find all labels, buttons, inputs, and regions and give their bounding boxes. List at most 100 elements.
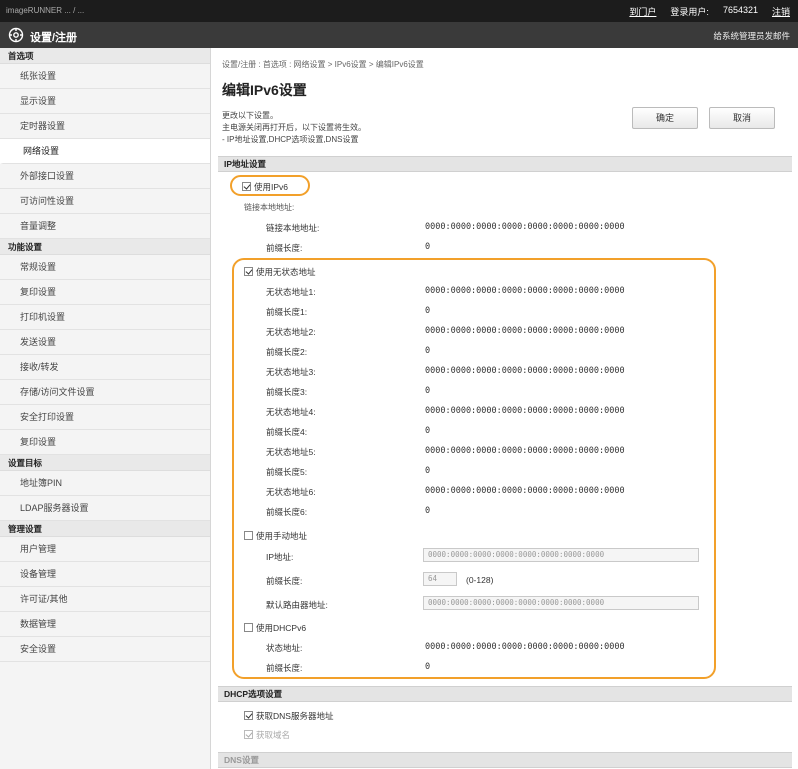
stateless-address-label: 无状态地址5: [266,447,316,457]
link-local-heading: 链接本地地址: [244,203,295,212]
stateless-prefix-label: 前缀长度3: [266,387,308,397]
cancel-button[interactable]: 取消 [709,107,775,129]
stateless-address-label: 无状态地址4: [266,407,316,417]
link-local-address-value: 0000:0000:0000:0000:0000:0000:0000:0000 [425,222,625,232]
stateless-address-value: 0000:0000:0000:0000:0000:0000:0000:0000 [425,486,625,496]
use-dhcpv6-row[interactable]: 使用DHCPv6 [244,622,306,634]
stateless-prefix-value: 0 [425,506,431,516]
sidebar-section-header: 功能设置 [0,239,210,255]
stateless-prefix-value: 0 [425,306,431,316]
page-title: 编辑IPv6设置 [222,82,307,98]
dns-acquire-row[interactable]: 获取DNS服务器地址 [244,710,333,722]
stateless-address-label: 无状态地址3: [266,367,316,377]
link-local-address-label: 链接本地地址: [266,223,320,233]
sidebar-section-header: 首选项 [0,48,210,64]
stateful-prefix-value: 0 [425,662,431,672]
sidebar-item[interactable]: 安全打印设置 [0,405,210,430]
sidebar-item[interactable]: 许可证/其他 [0,587,210,612]
note-line: 主电源关闭再打开后，以下设置将生效。 [222,123,366,132]
manual-prefix-range: (0-128) [466,575,494,585]
top-bar: imageRUNNER ... / ... 到门户 登录用户: 7654321 … [0,0,798,22]
dns-acquire-label: 获取DNS服务器地址 [256,711,334,721]
sidebar-item[interactable]: 外部接口设置 [0,164,210,189]
ip-settings-header: IP地址设置 [218,156,792,172]
stateless-address-label: 无状态地址6: [266,487,316,497]
manual-ip-label: IP地址: [266,552,294,562]
sidebar-item[interactable]: 安全设置 [0,637,210,662]
logout-link[interactable]: 注销 [772,5,790,18]
stateful-address-label: 状态地址: [266,643,303,653]
stateless-address-label: 无状态地址1: [266,287,316,297]
login-user-label: 登录用户: [670,7,709,17]
domain-acquire-row[interactable]: 获取域名 [244,729,290,741]
sidebar-item[interactable]: 接收/转发 [0,355,210,380]
link-local-prefix-value: 0 [425,242,431,252]
use-manual-checkbox[interactable] [244,531,253,540]
dns-acquire-checkbox[interactable] [244,711,253,720]
sidebar-item[interactable]: 发送设置 [0,330,210,355]
title-bar: 设置/注册 给系统管理员发邮件 [0,22,798,48]
stateless-address-value: 0000:0000:0000:0000:0000:0000:0000:0000 [425,406,625,416]
login-user-id: 7654321 [722,5,758,15]
mail-admin-link[interactable]: 给系统管理员发邮件 [713,30,790,42]
sidebar-item[interactable]: 网络设置 [0,139,210,164]
sidebar-item[interactable]: 可访问性设置 [0,189,210,214]
manual-prefix-input[interactable]: 64 [423,572,457,586]
sidebar-item[interactable]: 常规设置 [0,255,210,280]
sidebar-item[interactable]: 数据管理 [0,612,210,637]
portal-link[interactable]: 到门户 [629,5,656,18]
link-local-prefix-label: 前缀长度: [266,243,303,253]
instructions: 更改以下设置。 主电源关闭再打开后，以下设置将生效。 - IP地址设置,DHCP… [222,110,366,146]
stateless-prefix-label: 前缀长度1: [266,307,308,317]
breadcrumb[interactable]: 设置/注册 : 首选项 : 网络设置 > IPv6设置 > 编辑IPv6设置 [222,59,424,70]
dns-settings-header: DNS设置 [218,752,792,768]
stateful-address-value: 0000:0000:0000:0000:0000:0000:0000:0000 [425,642,625,652]
stateless-prefix-value: 0 [425,386,431,396]
sidebar-section-header: 管理设置 [0,521,210,537]
stateless-prefix-label: 前缀长度6: [266,507,308,517]
sidebar-item[interactable]: 复印设置 [0,280,210,305]
gateway-input[interactable]: 0000:0000:0000:0000:0000:0000:0000:0000 [423,596,699,610]
stateless-prefix-value: 0 [425,346,431,356]
use-stateless-label: 使用无状态地址 [256,267,316,277]
sidebar-item[interactable]: LDAP服务器设置 [0,496,210,521]
sidebar-item[interactable]: 地址簿PIN [0,471,210,496]
stateless-prefix-label: 前缀长度4: [266,427,308,437]
sidebar-item[interactable]: 设备管理 [0,562,210,587]
stateless-address-value: 0000:0000:0000:0000:0000:0000:0000:0000 [425,286,625,296]
manual-prefix-label: 前缀长度: [266,576,303,586]
note-line: - IP地址设置,DHCP选项设置,DNS设置 [222,135,359,144]
note-line: 更改以下设置。 [222,111,278,120]
use-dhcpv6-checkbox[interactable] [244,623,253,632]
stateless-address-label: 无状态地址2: [266,327,316,337]
stateless-address-value: 0000:0000:0000:0000:0000:0000:0000:0000 [425,366,625,376]
device-crumb: imageRUNNER ... / ... [6,6,85,15]
stateless-address-value: 0000:0000:0000:0000:0000:0000:0000:0000 [425,446,625,456]
domain-acquire-label: 获取域名 [256,730,291,740]
sidebar-item[interactable]: 用户管理 [0,537,210,562]
sidebar-item[interactable]: 存储/访问文件设置 [0,380,210,405]
app-title: 设置/注册 [30,32,78,44]
stateless-prefix-label: 前缀长度2: [266,347,308,357]
settings-gear-icon [8,27,24,43]
domain-acquire-checkbox[interactable] [244,730,253,739]
ok-button[interactable]: 确定 [632,107,698,129]
use-dhcpv6-label: 使用DHCPv6 [256,623,307,633]
sidebar-item[interactable]: 纸张设置 [0,64,210,89]
highlight-use-ipv6 [230,175,310,196]
stateless-prefix-value: 0 [425,466,431,476]
manual-ip-input[interactable]: 0000:0000:0000:0000:0000:0000:0000:0000 [423,548,699,562]
stateless-prefix-label: 前缀长度5: [266,467,308,477]
stateless-address-value: 0000:0000:0000:0000:0000:0000:0000:0000 [425,326,625,336]
sidebar-item[interactable]: 定时器设置 [0,114,210,139]
dhcp-options-header: DHCP选项设置 [218,686,792,702]
sidebar-item[interactable]: 复印设置 [0,430,210,455]
sidebar-item[interactable]: 打印机设置 [0,305,210,330]
sidebar-item[interactable]: 音量调整 [0,214,210,239]
use-manual-row[interactable]: 使用手动地址 [244,530,307,542]
use-stateless-row[interactable]: 使用无状态地址 [244,266,316,278]
use-stateless-checkbox[interactable] [244,267,253,276]
use-manual-label: 使用手动地址 [256,531,308,541]
stateful-prefix-label: 前缀长度: [266,663,303,673]
sidebar-item[interactable]: 显示设置 [0,89,210,114]
